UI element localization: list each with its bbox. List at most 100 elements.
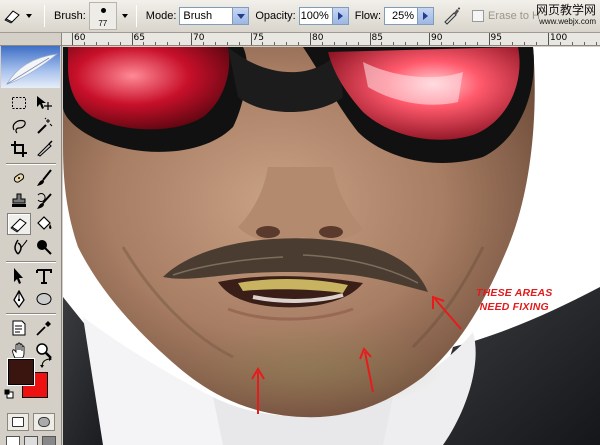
quick-mask-button[interactable] [33,413,55,431]
ruler-minor-tick [95,42,97,45]
chevron-down-icon[interactable] [232,8,249,24]
swap-colors-icon[interactable] [40,357,54,369]
default-colors-icon[interactable] [4,389,14,399]
flow-slider-button[interactable] [418,7,435,25]
ruler-corner [0,33,62,45]
opacity-slider-button[interactable] [332,7,349,25]
healing-brush-icon [13,173,25,183]
magic-wand-tool[interactable] [32,115,56,137]
pen-tool[interactable] [7,288,31,310]
chevron-down-icon [26,14,32,18]
type-tool[interactable] [32,265,56,287]
toolbox [0,46,62,445]
slice-tool[interactable] [32,138,56,160]
move-tool[interactable] [32,92,56,114]
crop-tool[interactable] [7,138,31,160]
ruler-minor-tick [476,42,478,45]
ruler-minor-tick [464,42,466,45]
ruler-minor-tick [83,42,85,45]
screen-mode-menubar-button[interactable] [24,436,38,445]
blur-icon [14,239,28,255]
eraser-icon [10,218,27,233]
ruler-minor-tick [298,42,300,45]
document-canvas[interactable] [63,47,600,445]
flow-field[interactable]: 25% [384,7,419,25]
screen-mode-standard-button[interactable] [6,436,20,445]
ruler-minor-tick [321,42,323,45]
ruler-minor-tick [214,42,216,45]
ruler-minor-tick [512,42,514,45]
chevron-down-icon[interactable] [121,14,128,18]
ruler-minor-tick [571,42,573,45]
ruler-minor-tick [155,42,157,45]
watermark: 网页教学网 www.webjx.com [535,3,596,27]
ruler-minor-tick [119,42,121,45]
options-bar: Brush: 77 Mode: Brush Opacity: 100% Flow… [0,0,600,33]
move-icon [37,96,52,110]
ruler-minor-tick [345,42,347,45]
screen-mode-full-button[interactable] [42,436,56,445]
ruler-minor-tick [286,42,288,45]
annotation-line-1: THESE AREAS [476,287,553,299]
dodge-tool[interactable] [32,236,56,258]
erase-to-history-label: Erase to H [488,10,540,22]
marquee-icon [12,97,26,109]
crop-icon [11,141,27,157]
standard-mode-button[interactable] [7,413,29,431]
toolbox-separator [6,163,56,165]
mode-label: Mode: [145,10,177,22]
ruler-ticks: 6065707580859095100105 [62,33,600,45]
history-brush-icon [37,193,52,209]
ruler-minor-tick [417,42,419,45]
magic-wand-icon [37,117,53,134]
annotation-text: THESE AREAS NEED FIXING [476,286,553,314]
separator [135,5,137,27]
clone-stamp-tool[interactable] [7,190,31,212]
tool-preset-picker[interactable] [3,5,41,27]
separator [44,5,45,27]
ruler-minor-tick [167,42,169,45]
marquee-tool[interactable] [7,92,31,114]
pen-icon [13,290,25,308]
ruler-minor-tick [583,42,585,45]
healing-brush-tool[interactable] [7,167,31,189]
mode-select[interactable]: Brush [179,7,250,25]
ruler-minor-tick [262,42,264,45]
lasso-tool[interactable] [7,115,31,137]
opacity-field[interactable]: 100% [298,7,333,25]
brush-tool[interactable] [32,167,56,189]
history-brush-tool[interactable] [32,190,56,212]
toolbox-header[interactable] [1,46,60,88]
ruler-minor-tick [500,42,502,45]
photo-face [63,47,600,445]
brush-preset-picker[interactable]: 77 [88,2,117,30]
notes-tool[interactable] [7,317,31,339]
ruler-minor-tick [333,42,335,45]
path-select-icon [14,268,23,284]
ellipse-tool[interactable] [32,288,56,310]
path-select-tool[interactable] [7,265,31,287]
eraser-icon [4,10,20,24]
ruler-minor-tick [226,42,228,45]
hand-icon [12,342,25,359]
erase-to-history-checkbox[interactable] [472,10,485,22]
watermark-url: www.webjx.com [539,17,596,26]
blur-tool[interactable] [7,236,31,258]
feather-icon [6,53,59,85]
ruler-minor-tick [536,42,538,45]
brush-tip-icon [100,8,106,13]
paint-bucket-tool[interactable] [32,213,56,235]
horizontal-ruler: 6065707580859095100105 [0,33,600,46]
eyedropper-icon [36,321,51,336]
foreground-color-swatch[interactable] [8,359,34,385]
brush-size: 77 [98,19,108,28]
ruler-minor-tick [393,42,395,45]
watermark-title: 网页教学网 [535,3,596,17]
slice-icon [37,140,53,157]
eraser-tool[interactable] [7,213,31,235]
airbrush-icon[interactable] [442,6,462,26]
toolbox-separator [6,261,56,263]
brush-label: Brush: [54,10,86,22]
mode-value: Brush [183,10,213,22]
eyedropper-tool[interactable] [32,317,56,339]
